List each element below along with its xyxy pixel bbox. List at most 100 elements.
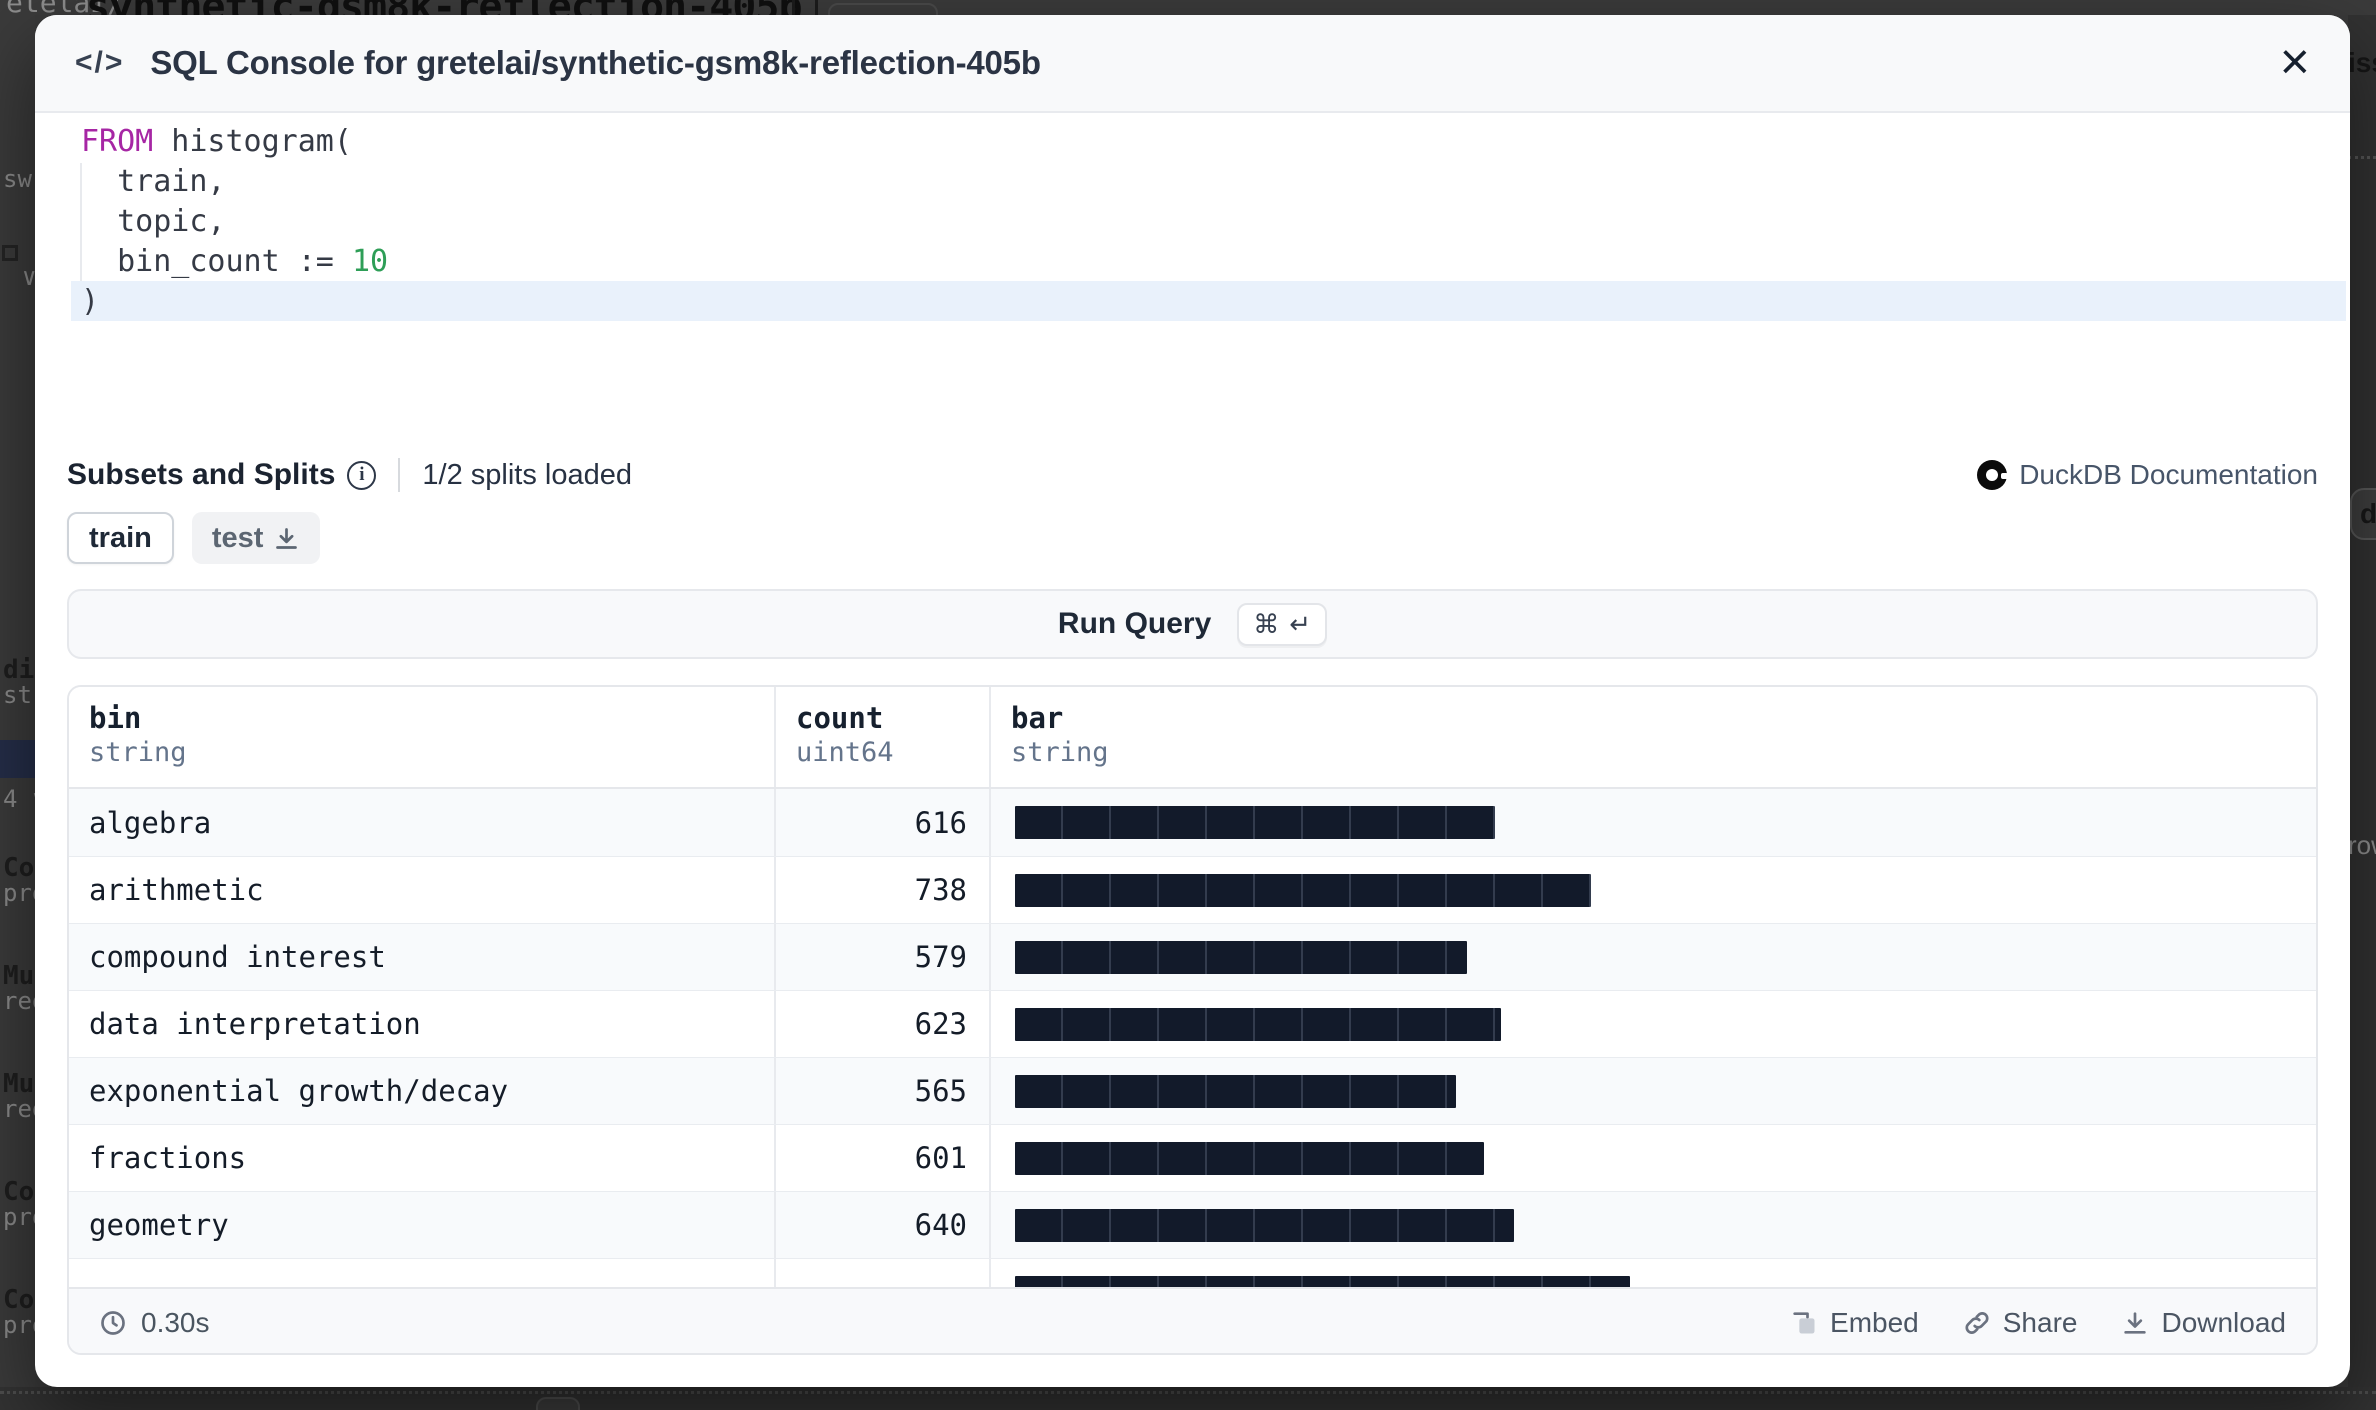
cell-count: 623 <box>774 991 989 1057</box>
cell-bar <box>989 789 2316 856</box>
background-dashed-border <box>0 1391 2376 1394</box>
cell-bin: exponential growth/decay <box>69 1058 774 1124</box>
background-text-fragment: ∨ <box>22 263 35 291</box>
close-icon[interactable]: × <box>2280 42 2310 84</box>
background-text-fragment: req <box>3 1095 35 1123</box>
background-text-fragment: pro <box>3 1311 35 1339</box>
cell-bar <box>989 924 2316 990</box>
background-text-fragment: pro <box>3 1203 35 1231</box>
cell-bin: algebra <box>69 789 774 856</box>
background-table-icon <box>2 245 18 261</box>
code-line[interactable]: train, <box>71 161 2346 201</box>
results-table-card: bin string count uint64 bar string algeb… <box>67 685 2318 1355</box>
background-repo-name: synthetic-gsm8k-reflection-405b <box>86 0 802 15</box>
divider <box>398 458 400 492</box>
cmd-icon: ⌘ <box>1253 609 1279 640</box>
background-text-fragment: pro <box>3 879 35 907</box>
code-line[interactable]: topic, <box>71 201 2346 241</box>
column-header-bin: bin string <box>69 687 774 787</box>
background-text-fragment: req <box>3 987 35 1015</box>
histogram-bar <box>1015 1008 1501 1041</box>
embed-icon <box>1790 1309 1818 1337</box>
keyboard-shortcut-badge: ⌘↵ <box>1237 603 1327 646</box>
cell-count: 601 <box>774 1125 989 1191</box>
cell-bar <box>989 991 2316 1057</box>
histogram-bar <box>1015 941 1467 974</box>
cell-count: 738 <box>774 857 989 923</box>
background-left-edge: sw∨difstr4 ∨ComproMulreqMulreqComproComp… <box>0 15 35 1410</box>
cell-bin <box>69 1259 774 1287</box>
code-line[interactable]: FROM histogram( <box>71 121 2346 161</box>
return-icon: ↵ <box>1289 609 1311 640</box>
subsets-splits-row: Subsets and Splits i 1/2 splits loaded D… <box>67 455 2318 495</box>
cell-bin: geometry <box>69 1192 774 1258</box>
histogram-bar <box>1015 874 1591 907</box>
screen: etelai/ synthetic-gsm8k-reflection-405b … <box>0 0 2376 1410</box>
download-icon <box>2121 1309 2149 1337</box>
copy-icon <box>792 0 818 15</box>
table-row: geometry640 <box>69 1191 2316 1258</box>
background-right-edge: issa d row <box>2348 15 2376 1410</box>
table-body[interactable]: algebra616arithmetic738compound interest… <box>69 789 2316 1287</box>
histogram-bar <box>1015 1276 1630 1287</box>
histogram-bar <box>1015 1209 1514 1242</box>
code-line[interactable]: bin_count := 10 <box>71 241 2346 281</box>
share-button[interactable]: Share <box>1963 1307 2078 1339</box>
background-text-fragment: row <box>2348 830 2376 861</box>
cell-bar <box>989 1125 2316 1191</box>
background-selected-row-fragment <box>0 740 35 778</box>
split-button-test[interactable]: test <box>192 512 321 564</box>
cell-count: 616 <box>774 789 989 856</box>
table-row: data interpretation623 <box>69 990 2316 1057</box>
background-bottom-edge <box>0 1387 2376 1410</box>
code-icon: </> <box>75 46 124 80</box>
background-text-fragment: issa <box>2348 47 2376 79</box>
duckdb-documentation-link[interactable]: DuckDB Documentation <box>1977 459 2318 491</box>
cell-count: 565 <box>774 1058 989 1124</box>
info-icon[interactable]: i <box>347 461 376 490</box>
cell-bin: arithmetic <box>69 857 774 923</box>
modal-header: </> SQL Console for gretelai/synthetic-g… <box>35 15 2350 113</box>
table-footer: 0.30s Embed Share Download <box>69 1287 2316 1355</box>
cell-count <box>774 1259 989 1287</box>
table-row: arithmetic738 <box>69 856 2316 923</box>
indent-guide <box>80 163 82 281</box>
background-text-fragment: 4 ∨ <box>3 785 35 813</box>
subsets-splits-title: Subsets and Splits <box>67 458 335 492</box>
table-row: compound interest579 <box>69 923 2316 990</box>
duckdb-logo-icon <box>1977 460 2007 490</box>
table-row-partial <box>69 1258 2316 1287</box>
code-line[interactable]: ) <box>71 281 2346 321</box>
cell-count: 579 <box>774 924 989 990</box>
table-row: exponential growth/decay565 <box>69 1057 2316 1124</box>
cell-bar <box>989 1058 2316 1124</box>
histogram-bar <box>1015 1142 1484 1175</box>
share-icon <box>1963 1309 1991 1337</box>
cell-bin: compound interest <box>69 924 774 990</box>
run-query-button[interactable]: Run Query ⌘↵ <box>67 589 2318 659</box>
background-like-button-fragment <box>828 3 938 15</box>
splits-loaded-status: 1/2 splits loaded <box>422 459 632 492</box>
column-header-count: count uint64 <box>774 687 989 787</box>
embed-button[interactable]: Embed <box>1790 1307 1919 1339</box>
split-buttons: train test <box>67 512 320 564</box>
histogram-bar <box>1015 806 1495 839</box>
background-dotted-line <box>2348 156 2376 159</box>
background-text-fragment: str <box>3 681 35 709</box>
download-button[interactable]: Download <box>2121 1307 2286 1339</box>
cell-bin: data interpretation <box>69 991 774 1057</box>
histogram-bar <box>1015 1075 1456 1108</box>
column-header-bar: bar string <box>989 687 2316 787</box>
cell-bar <box>989 1259 2316 1287</box>
sql-editor[interactable]: FROM histogram( train, topic, bin_count … <box>71 121 2346 321</box>
cell-count: 640 <box>774 1192 989 1258</box>
query-time: 0.30s <box>99 1307 210 1339</box>
sql-console-modal: </> SQL Console for gretelai/synthetic-g… <box>35 15 2350 1387</box>
split-button-train[interactable]: train <box>67 512 174 564</box>
table-row: fractions601 <box>69 1124 2316 1191</box>
clock-icon <box>99 1309 127 1337</box>
cell-bar <box>989 1192 2316 1258</box>
background-button-fragment: d <box>2350 488 2376 540</box>
cell-bin: fractions <box>69 1125 774 1191</box>
background-text-fragment: sw <box>3 165 32 193</box>
